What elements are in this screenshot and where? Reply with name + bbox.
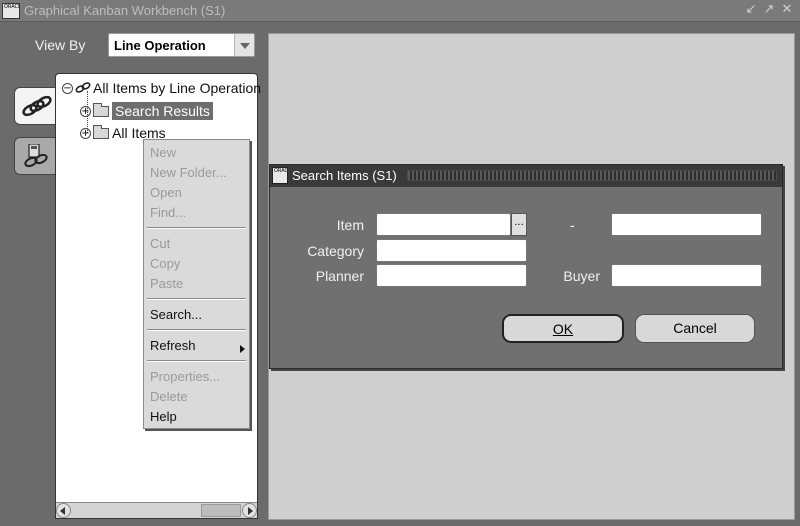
tree-root[interactable]: − All Items by Line Operation bbox=[62, 80, 261, 96]
tree-node-search-results[interactable]: + Search Results bbox=[80, 102, 213, 120]
chain-link-icon bbox=[75, 82, 91, 93]
scroll-right-icon[interactable] bbox=[242, 503, 257, 518]
view-by-label: View By bbox=[35, 37, 86, 53]
menu-item-copy: Copy bbox=[150, 256, 181, 271]
item-from-field[interactable] bbox=[376, 213, 511, 236]
menu-item-find: Find... bbox=[150, 205, 187, 220]
restore-icon[interactable]: ↗ bbox=[762, 3, 776, 17]
folder-icon bbox=[93, 102, 109, 117]
chevron-down-icon[interactable] bbox=[234, 34, 254, 56]
menu-item-open: Open bbox=[150, 185, 182, 200]
menu-separator bbox=[147, 227, 246, 229]
menu-item-search[interactable]: Search... bbox=[150, 307, 202, 322]
window-title-bar: ORACLE Graphical Kanban Workbench (S1) ↙… bbox=[0, 0, 800, 22]
expand-icon[interactable]: + bbox=[80, 127, 91, 139]
dialog-title-bar[interactable]: ORACLE Search Items (S1) bbox=[270, 165, 782, 187]
item-label: Item bbox=[336, 217, 364, 233]
menu-separator bbox=[147, 329, 246, 331]
menu-item-delete: Delete bbox=[150, 389, 188, 404]
window-controls: ↙ ↗ ✕ bbox=[744, 3, 794, 17]
buyer-label: Buyer bbox=[563, 268, 600, 284]
view-by-value: Line Operation bbox=[114, 38, 206, 53]
tree-root-label: All Items by Line Operation bbox=[93, 80, 262, 96]
horizontal-scrollbar[interactable] bbox=[56, 502, 257, 518]
dialog-title: Search Items (S1) bbox=[292, 168, 397, 183]
menu-item-properties: Properties... bbox=[150, 369, 221, 384]
scroll-left-icon[interactable] bbox=[56, 503, 71, 518]
menu-item-new-folder: New Folder... bbox=[150, 165, 227, 180]
cancel-button[interactable]: Cancel bbox=[635, 314, 755, 343]
tab-item-chain[interactable] bbox=[14, 87, 58, 125]
oracle-app-icon: ORACLE bbox=[2, 3, 20, 19]
window-title: Graphical Kanban Workbench (S1) bbox=[24, 3, 226, 18]
shrink-icon[interactable]: ↙ bbox=[744, 3, 758, 17]
search-items-dialog: ORACLE Search Items (S1) Item ... - Cate… bbox=[269, 164, 783, 369]
scroll-thumb[interactable] bbox=[201, 504, 241, 517]
planner-field[interactable] bbox=[376, 264, 527, 287]
ok-button[interactable]: OK bbox=[502, 314, 624, 343]
menu-item-cut: Cut bbox=[150, 236, 171, 251]
oracle-app-icon: ORACLE bbox=[272, 167, 288, 184]
buyer-field[interactable] bbox=[611, 264, 762, 287]
view-by-select[interactable]: Line Operation bbox=[108, 33, 255, 57]
item-to-field[interactable] bbox=[611, 213, 762, 236]
menu-separator bbox=[147, 360, 246, 362]
tree-node-label: Search Results bbox=[112, 102, 213, 120]
expand-icon[interactable]: + bbox=[80, 105, 91, 117]
cancel-button-label: Cancel bbox=[673, 320, 717, 336]
planner-label: Planner bbox=[315, 268, 364, 284]
menu-item-new: New bbox=[150, 145, 177, 160]
range-separator: - bbox=[570, 217, 575, 233]
ok-button-label: OK bbox=[552, 321, 574, 337]
folder-icon bbox=[93, 124, 109, 139]
chain-link-icon bbox=[22, 95, 52, 117]
menu-item-help[interactable]: Help bbox=[150, 409, 177, 424]
close-icon[interactable]: ✕ bbox=[780, 3, 794, 17]
menu-separator bbox=[147, 298, 246, 300]
category-label: Category bbox=[307, 243, 364, 259]
category-field[interactable] bbox=[376, 239, 527, 262]
collapse-icon[interactable]: − bbox=[62, 82, 73, 94]
submenu-arrow-icon bbox=[240, 345, 245, 353]
menu-item-paste: Paste bbox=[150, 276, 184, 291]
list-of-values-button[interactable]: ... bbox=[511, 213, 527, 236]
title-bar-pattern bbox=[407, 170, 777, 181]
menu-item-refresh[interactable]: Refresh bbox=[150, 338, 196, 353]
tree-context-menu: New New Folder... Open Find... Cut Copy … bbox=[143, 139, 250, 429]
tab-calculator-chain[interactable] bbox=[14, 137, 58, 175]
calculator-chain-icon bbox=[24, 144, 48, 168]
